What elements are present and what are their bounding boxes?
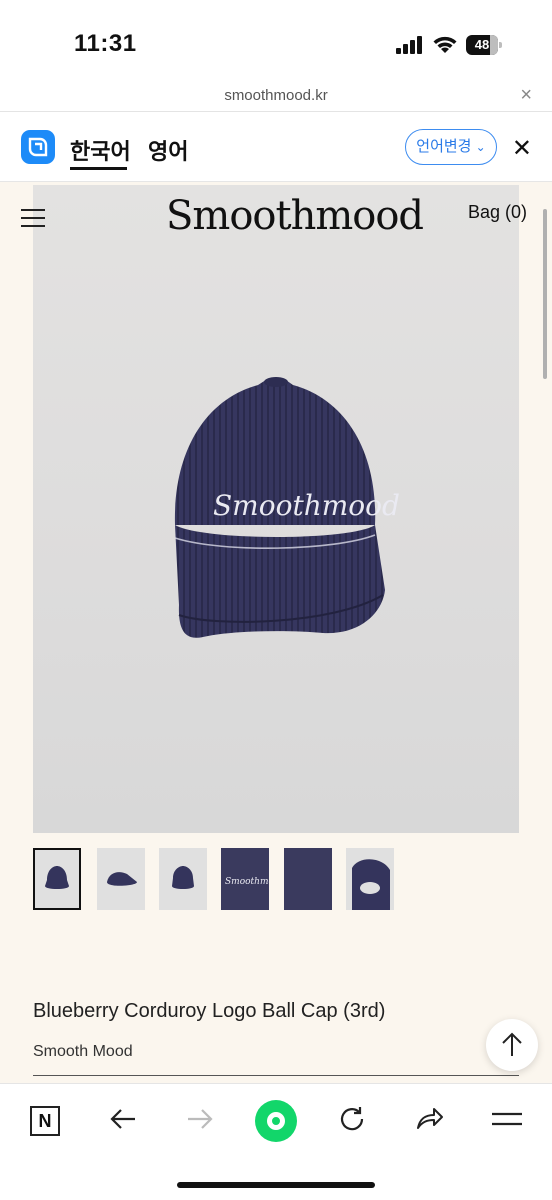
thumbnail-back[interactable] bbox=[346, 848, 394, 910]
share-icon[interactable] bbox=[414, 1104, 444, 1139]
thumbnail-strip: Smoothmood bbox=[33, 848, 433, 912]
wifi-icon bbox=[432, 34, 458, 59]
product-brand[interactable]: Smooth Mood bbox=[33, 1043, 133, 1061]
url-bar[interactable]: smoothmood.kr × bbox=[0, 80, 552, 112]
menu-icon[interactable] bbox=[491, 1104, 523, 1139]
page-content: Smoothmood Smoothmood Bag (0) Smoothmood… bbox=[0, 183, 552, 1083]
thumbnail-brim-detail[interactable] bbox=[284, 848, 332, 910]
thumbnail-model[interactable] bbox=[159, 848, 207, 910]
arrow-up-icon bbox=[502, 1032, 522, 1056]
naver-n-icon[interactable]: N bbox=[30, 1106, 60, 1136]
scrollbar[interactable] bbox=[543, 209, 547, 379]
thumbnail-side[interactable] bbox=[97, 848, 145, 910]
forward-arrow-icon[interactable] bbox=[185, 1104, 215, 1139]
back-arrow-icon[interactable] bbox=[108, 1104, 138, 1139]
change-language-label: 언어변경 bbox=[416, 138, 472, 155]
reload-icon[interactable] bbox=[337, 1104, 367, 1139]
close-icon[interactable]: ✕ bbox=[512, 134, 532, 163]
divider bbox=[33, 1075, 519, 1076]
bag-link[interactable]: Bag (0) bbox=[468, 202, 527, 223]
scroll-to-top-button[interactable] bbox=[486, 1019, 538, 1071]
browser-toolbar: N bbox=[0, 1083, 552, 1200]
tab-english[interactable]: 영어 bbox=[148, 134, 188, 166]
product-main-image[interactable]: Smoothmood bbox=[33, 185, 519, 833]
thumbnail-front[interactable] bbox=[33, 848, 81, 910]
svg-text:Smoothmood: Smoothmood bbox=[225, 877, 269, 887]
status-time: 11:31 bbox=[74, 30, 137, 57]
home-indicator[interactable] bbox=[177, 1182, 375, 1188]
brand-logo[interactable]: Smoothmood bbox=[166, 193, 424, 239]
product-title: Blueberry Corduroy Logo Ball Cap (3rd) bbox=[33, 1000, 386, 1022]
cap-logo-text: Smoothmood bbox=[213, 489, 400, 522]
chevron-down-icon: ⌄ bbox=[475, 140, 486, 154]
status-bar: 11:31 48 bbox=[0, 0, 552, 86]
active-tab-indicator bbox=[70, 167, 127, 170]
papago-logo-icon bbox=[21, 130, 55, 164]
url-close-icon[interactable]: × bbox=[520, 84, 532, 107]
cap-image: Smoothmood bbox=[174, 377, 400, 638]
url-text[interactable]: smoothmood.kr bbox=[0, 87, 552, 104]
tab-korean[interactable]: 한국어 bbox=[70, 134, 131, 166]
change-language-button[interactable]: 언어변경 ⌄ bbox=[405, 129, 497, 165]
thumbnail-logo-detail[interactable]: Smoothmood bbox=[221, 848, 285, 910]
site-menu-icon[interactable] bbox=[21, 209, 45, 227]
green-circle-icon[interactable] bbox=[255, 1100, 297, 1142]
translate-bar: 한국어 영어 언어변경 ⌄ ✕ bbox=[0, 112, 552, 182]
battery-level: 48 bbox=[474, 37, 490, 52]
cellular-signal-icon bbox=[396, 36, 426, 54]
battery-icon: 48 bbox=[466, 35, 502, 55]
